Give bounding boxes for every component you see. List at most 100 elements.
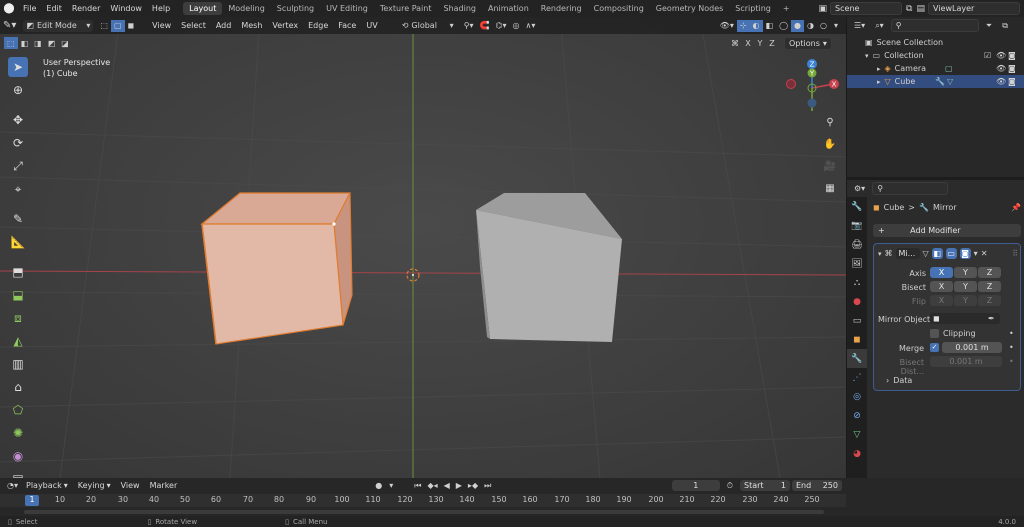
select-subtract-icon[interactable]: ◨ bbox=[31, 37, 45, 49]
particles-tab-icon[interactable]: ⋰ bbox=[847, 368, 867, 387]
menu-add[interactable]: Add bbox=[211, 21, 237, 30]
axis-x-toggle[interactable]: X bbox=[930, 267, 953, 278]
scene-selector[interactable]: Scene bbox=[830, 2, 903, 15]
merge-checkbox[interactable]: ✓ bbox=[930, 343, 939, 352]
checkbox-icon[interactable]: ☑ bbox=[984, 51, 991, 60]
perspective-toggle-icon[interactable]: ▦ bbox=[821, 179, 839, 197]
navigation-gizmo[interactable]: Z X Y bbox=[782, 55, 842, 121]
menu-face[interactable]: Face bbox=[333, 21, 361, 30]
gizmo-toggle-icon[interactable]: ⊹ bbox=[736, 19, 750, 32]
timeline-editor-icon[interactable]: ◔▾ bbox=[4, 480, 21, 492]
shading-rendered-icon[interactable]: ○ bbox=[817, 20, 830, 32]
select-extend-icon[interactable]: ◧ bbox=[18, 37, 32, 49]
overlay-toggle-icon[interactable]: ◐ bbox=[749, 19, 763, 32]
options-button[interactable]: Options ▾ bbox=[784, 37, 832, 50]
pan-hand-icon[interactable]: ✋ bbox=[821, 135, 839, 153]
bevel-tool-icon[interactable]: ◭ bbox=[8, 331, 28, 351]
loop-cut-tool-icon[interactable]: ▥ bbox=[8, 354, 28, 374]
chevron-right-icon[interactable]: ▸ bbox=[877, 65, 881, 73]
drag-handle-icon[interactable]: ⠿ bbox=[1012, 249, 1018, 258]
next-keyframe-icon[interactable]: ▸◆ bbox=[465, 480, 481, 492]
scene-tab-icon[interactable]: ⛬ bbox=[847, 273, 867, 292]
timeline-ruler[interactable]: 1 10 20 30 40 50 60 70 80 90 100 110 120… bbox=[0, 494, 846, 507]
3d-viewport[interactable]: ✎▾ ◩ Edit Mode ▾ ⬚ ▢ ◼ View Select Add M… bbox=[0, 17, 846, 478]
eyedropper-icon[interactable]: ✒ bbox=[988, 314, 995, 323]
menu-edit[interactable]: Edit bbox=[41, 4, 67, 13]
menu-keying[interactable]: Keying ▾ bbox=[73, 481, 116, 490]
add-cube-tool-icon[interactable]: ⬒ bbox=[8, 262, 28, 282]
tool-tab-icon[interactable]: 🔧 bbox=[847, 197, 867, 216]
render-tab-icon[interactable]: 📷 bbox=[847, 216, 867, 235]
select-intersect-icon[interactable]: ◪ bbox=[58, 37, 72, 49]
scene-icon[interactable]: ▣ bbox=[819, 4, 828, 14]
outliner-search-input[interactable]: ⚲ bbox=[890, 19, 979, 32]
merge-keyframe-icon[interactable]: • bbox=[1009, 343, 1014, 352]
xray-toggle-icon[interactable]: ◧ bbox=[763, 20, 777, 32]
shading-material-icon[interactable]: ◑ bbox=[804, 20, 817, 32]
render-toggle-icon[interactable]: ◙ bbox=[959, 248, 971, 259]
camera-render-icon[interactable]: ◙ bbox=[1008, 51, 1016, 60]
data-tab-icon[interactable]: ▽ bbox=[847, 425, 867, 444]
select-tool-icon[interactable]: ➤ bbox=[8, 57, 28, 77]
object-tab-icon[interactable]: ◼ bbox=[847, 330, 867, 349]
tab-sculpting[interactable]: Sculpting bbox=[271, 2, 320, 15]
menu-help[interactable]: Help bbox=[147, 4, 175, 13]
annotate-tool-icon[interactable]: ✎ bbox=[8, 209, 28, 229]
eye-icon[interactable]: 👁 bbox=[996, 51, 1006, 60]
edit-mode-cage-icon[interactable]: ▽ bbox=[923, 249, 929, 258]
axis-y-toggle[interactable]: Y bbox=[954, 267, 977, 278]
rotate-tool-icon[interactable]: ⟳ bbox=[8, 133, 28, 153]
proportional-edit-icon[interactable]: ◎ bbox=[510, 20, 523, 32]
shading-wireframe-icon[interactable]: ◯ bbox=[776, 20, 791, 32]
blender-logo-icon[interactable]: ⬤ bbox=[0, 3, 18, 14]
axis-z-toggle[interactable]: Z bbox=[978, 267, 1001, 278]
tab-uv-editing[interactable]: UV Editing bbox=[320, 2, 374, 15]
end-frame-field[interactable]: End 250 bbox=[792, 480, 842, 491]
face-select-icon[interactable]: ◼ bbox=[125, 20, 138, 32]
record-icon[interactable]: ● bbox=[372, 480, 385, 492]
outliner-row-cube[interactable]: ▸ ▽ Cube 🔧 ▽ 👁 ◙ bbox=[847, 75, 1024, 88]
smooth-tool-icon[interactable]: ◉ bbox=[8, 446, 28, 466]
new-collection-icon[interactable]: ⧉ bbox=[999, 20, 1011, 32]
transform-tool-icon[interactable]: ⌖ bbox=[8, 179, 28, 199]
menu-window[interactable]: Window bbox=[105, 4, 147, 13]
clipping-keyframe-icon[interactable]: • bbox=[1009, 329, 1014, 338]
collection-tab-icon[interactable]: ▭ bbox=[847, 311, 867, 330]
menu-timeline-view[interactable]: View bbox=[116, 481, 145, 490]
view-layer-tab-icon[interactable]: 🖼 bbox=[847, 254, 867, 273]
menu-edge[interactable]: Edge bbox=[303, 21, 333, 30]
select-invert-icon[interactable]: ◩ bbox=[45, 37, 59, 49]
view-layer-selector[interactable]: ViewLayer bbox=[928, 2, 1020, 15]
snap-target-icon[interactable]: ⌬▾ bbox=[493, 20, 510, 32]
start-frame-field[interactable]: Start 1 bbox=[740, 480, 790, 491]
world-tab-icon[interactable]: ● bbox=[847, 292, 867, 311]
modifier-name-field[interactable]: Mi... bbox=[895, 248, 920, 259]
bisect-distance-field[interactable]: 0.001 m bbox=[930, 356, 1002, 367]
menu-render[interactable]: Render bbox=[67, 4, 105, 13]
snap-icon[interactable]: 🧲 bbox=[477, 20, 493, 32]
menu-select[interactable]: Select bbox=[176, 21, 211, 30]
modifier-tab-icon[interactable]: 🔧 bbox=[847, 349, 867, 368]
camera-view-icon[interactable]: 🎥 bbox=[821, 157, 839, 175]
properties-editor-icon[interactable]: ⚙▾ bbox=[851, 183, 868, 195]
inset-tool-icon[interactable]: ⧈ bbox=[8, 308, 28, 328]
camera-render-icon[interactable]: ◙ bbox=[1008, 64, 1016, 73]
mirror-z-toggle[interactable]: Z bbox=[766, 38, 778, 50]
menu-mesh[interactable]: Mesh bbox=[236, 21, 267, 30]
extrude-tool-icon[interactable]: ⬓ bbox=[8, 285, 28, 305]
properties-search-input[interactable]: ⚲ bbox=[872, 182, 949, 195]
tab-scripting[interactable]: Scripting bbox=[729, 2, 777, 15]
falloff-icon[interactable]: ∧▾ bbox=[523, 20, 539, 32]
mirror-x-toggle[interactable]: X bbox=[742, 38, 754, 50]
chevron-right-icon[interactable]: ▸ bbox=[877, 78, 881, 86]
tab-shading[interactable]: Shading bbox=[437, 2, 482, 15]
close-icon[interactable]: ✕ bbox=[981, 249, 988, 258]
edge-slide-tool-icon[interactable]: ▤ bbox=[8, 469, 28, 478]
menu-vertex[interactable]: Vertex bbox=[267, 21, 303, 30]
chevron-down-icon[interactable]: ▾ bbox=[878, 250, 882, 258]
jump-start-icon[interactable]: ⏮ bbox=[411, 480, 424, 492]
select-box-icon[interactable]: ⬚ bbox=[4, 37, 18, 49]
viewport-toggle-icon[interactable]: ▭ bbox=[945, 248, 957, 259]
bisect-distance-keyframe-icon[interactable]: • bbox=[1009, 357, 1014, 366]
spin-tool-icon[interactable]: ✺ bbox=[8, 423, 28, 443]
